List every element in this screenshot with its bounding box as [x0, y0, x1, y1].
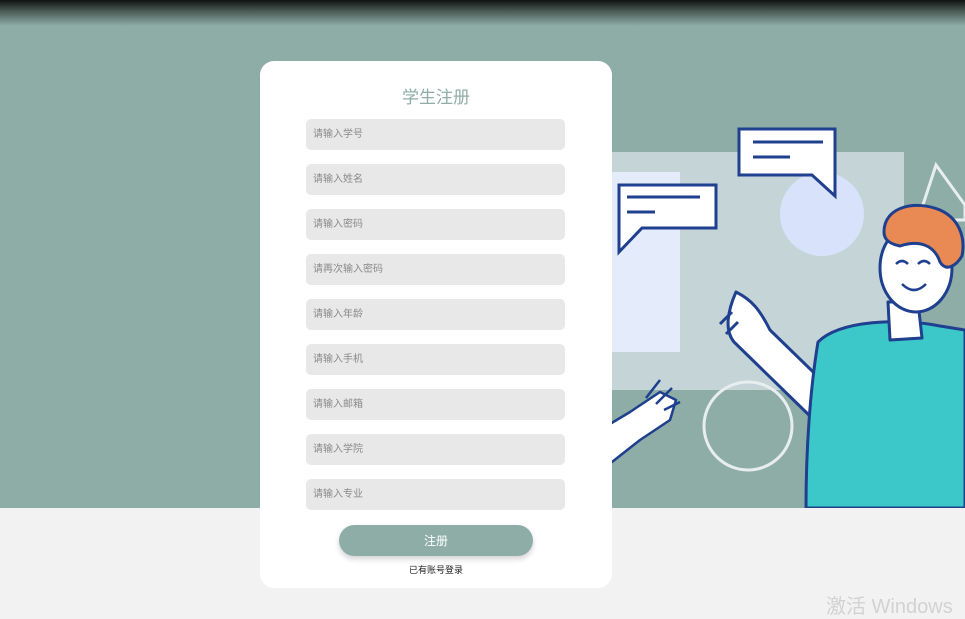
decor-ring — [702, 380, 794, 472]
password-input[interactable] — [306, 209, 565, 240]
college-input[interactable] — [306, 434, 565, 465]
activation-watermark: 激活 Windows — [826, 596, 953, 618]
login-link[interactable]: 已有账号登录 — [260, 563, 612, 576]
top-shadow — [0, 0, 965, 26]
name-input[interactable] — [306, 164, 565, 195]
phone-input[interactable] — [306, 344, 565, 375]
age-input[interactable] — [306, 299, 565, 330]
register-card: 学生注册 注册 已有账号登录 — [260, 61, 612, 588]
major-input[interactable] — [306, 479, 565, 510]
student-id-input[interactable] — [306, 119, 565, 150]
register-button[interactable]: 注册 — [339, 525, 533, 556]
form-title: 学生注册 — [402, 88, 470, 108]
confirm-password-input[interactable] — [306, 254, 565, 285]
left-hand — [598, 379, 681, 468]
email-input[interactable] — [306, 389, 565, 420]
